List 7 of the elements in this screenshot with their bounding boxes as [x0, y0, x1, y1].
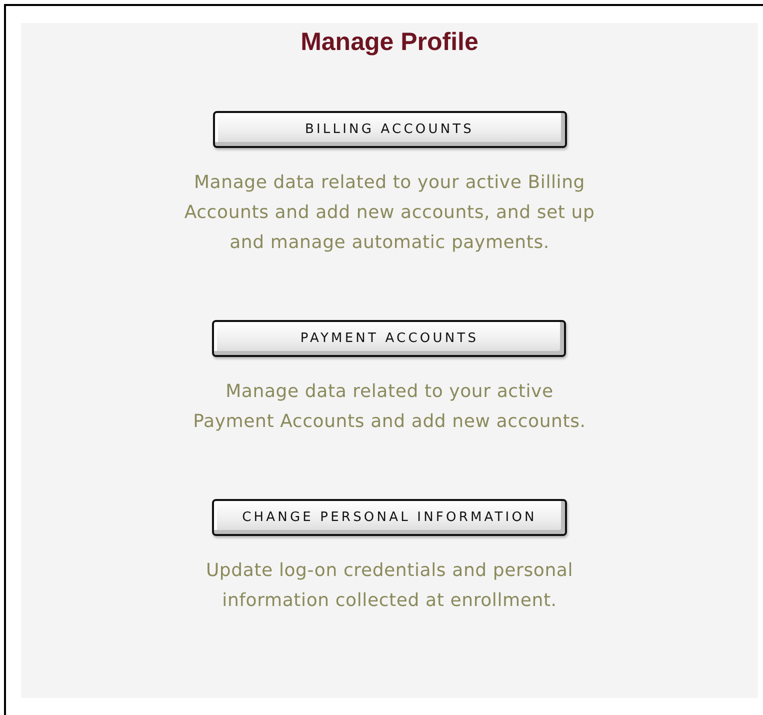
section-button[interactable]: PAYMENT ACCOUNTS [212, 320, 566, 357]
section-description: Manage data related to your active Payment Accounts and add new accounts. [193, 380, 586, 434]
section-description: Manage data related to your active Billing Accounts and add new accounts, and set up and manage automatic payments. [184, 171, 595, 255]
section-button[interactable]: BILLING ACCOUNTS [212, 111, 566, 148]
page-title: Manage Profile [300, 27, 478, 57]
section-description: Update log-on credentials and personal information collected at enrollment. [206, 559, 574, 613]
section-button[interactable]: CHANGE PERSONAL INFORMATION [212, 499, 567, 536]
